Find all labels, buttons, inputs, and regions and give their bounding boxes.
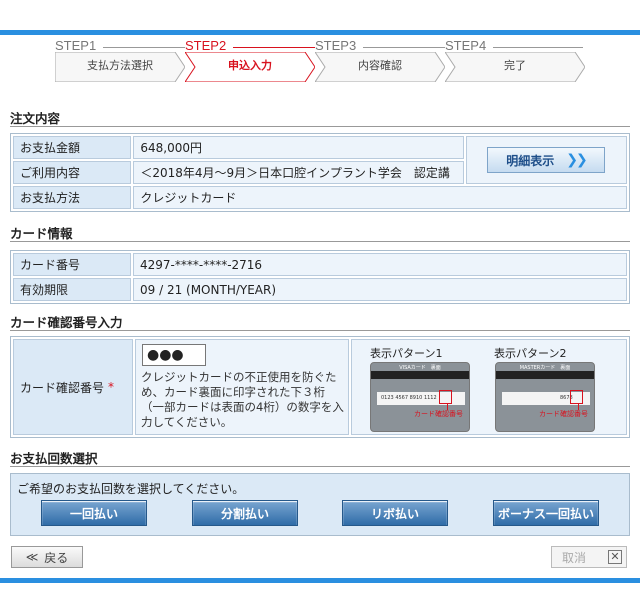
card-back-image-pattern2: MASTERカード 裏面 8678 カード確認番号 — [495, 362, 595, 432]
revolving-button[interactable]: リボ払い — [342, 500, 448, 526]
order-amount-value: 648,000円 — [133, 136, 465, 159]
cvv-note: カード確認番号 — [414, 410, 463, 418]
step-number: STEP2 — [185, 38, 227, 53]
close-icon: ✕ — [608, 550, 622, 564]
table-row: カード番号 4297-****-****-2716 — [13, 253, 627, 276]
pattern2-title: 表示パターン2 — [494, 347, 567, 360]
cvv-input[interactable]: ●●● — [142, 344, 206, 366]
step-label: 支払方法選択 — [87, 59, 153, 72]
bottom-accent-bar — [0, 578, 640, 583]
step-progress: STEP1 支払方法選択 STEP2 申込入力 STEP3 内容確認 STEP4… — [55, 38, 590, 82]
table-row: お支払方法 クレジットカード — [13, 186, 627, 209]
step-label: 完了 — [504, 59, 526, 72]
card-back-image-pattern1: VISAカード 裏面 0123 4567 8910 1112 カード確認番号 — [370, 362, 470, 432]
payment-section-title: お支払回数選択 — [10, 451, 98, 466]
top-accent-bar — [0, 30, 640, 35]
card-number-label: カード番号 — [13, 253, 131, 276]
table-row: 有効期限 09 / 21 (MONTH/YEAR) — [13, 278, 627, 301]
cvv-description: クレジットカードの不正使用を防ぐため、カード裏面に印字された下３桁（一部カードは… — [141, 370, 344, 429]
step-4: STEP4 完了 — [445, 38, 585, 82]
card-number-value: 4297-****-****-2716 — [133, 253, 627, 276]
cvv-label: カード確認番号 — [20, 380, 105, 395]
cvv-note: カード確認番号 — [539, 410, 588, 418]
back-button-label: 戻る — [44, 550, 69, 565]
step-3: STEP3 内容確認 — [315, 38, 445, 82]
card-expiry-value: 09 / 21 (MONTH/YEAR) — [133, 278, 627, 301]
payment-prompt: ご希望のお支払回数を選択してください。 — [17, 482, 245, 496]
double-chevron-left-icon: ≪ — [25, 550, 39, 564]
installment-button[interactable]: 分割払い — [192, 500, 298, 526]
step-1: STEP1 支払方法選択 — [55, 38, 185, 82]
cvv-label-cell: カード確認番号 * — [13, 339, 133, 435]
step-2: STEP2 申込入力 — [185, 38, 315, 82]
card-sample-number: 0123 4567 8910 1112 — [381, 395, 437, 401]
detail-button-label: 明細表示 — [506, 153, 555, 168]
cvv-section: カード確認番号 * ●●● クレジットカードの不正使用を防ぐため、カード裏面に印… — [10, 336, 630, 438]
double-chevron-right-icon: ❯❯ — [566, 152, 588, 168]
order-content-value: ＜2018年4月～9月＞日本口腔インプラント学会 認定講 — [133, 161, 465, 184]
step-number: STEP1 — [55, 38, 97, 53]
detail-button[interactable]: 明細表示 ❯❯ — [487, 147, 605, 173]
card-section-title: カード情報 — [10, 226, 73, 241]
cvv-section-title: カード確認番号入力 — [10, 315, 123, 330]
order-method-value: クレジットカード — [133, 186, 627, 209]
payment-section: ご希望のお支払回数を選択してください。 一回払い 分割払い リボ払い ボーナス一… — [10, 473, 630, 536]
card-brand-label: VISAカード 裏面 — [399, 365, 441, 371]
step-label: 内容確認 — [358, 59, 402, 72]
order-section-title: 注文内容 — [10, 111, 61, 126]
pattern1-title: 表示パターン1 — [370, 347, 443, 360]
card-expiry-label: 有効期限 — [13, 278, 131, 301]
cvv-pattern-examples: 表示パターン1 VISAカード 裏面 0123 4567 8910 1112 カ… — [351, 339, 627, 435]
cvv-input-cell: ●●● クレジットカードの不正使用を防ぐため、カード裏面に印字された下３桁（一部… — [135, 339, 349, 435]
order-amount-label: お支払金額 — [13, 136, 132, 159]
step-label: 申込入力 — [228, 59, 272, 72]
card-brand-label: MASTERカード 裏面 — [519, 365, 571, 371]
step-number: STEP3 — [315, 38, 357, 53]
order-method-label: お支払方法 — [13, 186, 132, 209]
cancel-button[interactable]: 取消 ✕ — [551, 546, 627, 568]
card-table: カード番号 4297-****-****-2716 有効期限 09 / 21 (… — [10, 250, 630, 304]
lump-sum-button[interactable]: 一回払い — [41, 500, 147, 526]
bonus-lump-sum-button[interactable]: ボーナス一回払い — [493, 500, 599, 526]
back-button[interactable]: ≪ 戻る — [11, 546, 83, 568]
order-content-label: ご利用内容 — [13, 161, 132, 184]
cancel-button-label: 取消 — [562, 550, 587, 565]
required-mark: * — [108, 380, 115, 394]
step-number: STEP4 — [445, 38, 487, 53]
